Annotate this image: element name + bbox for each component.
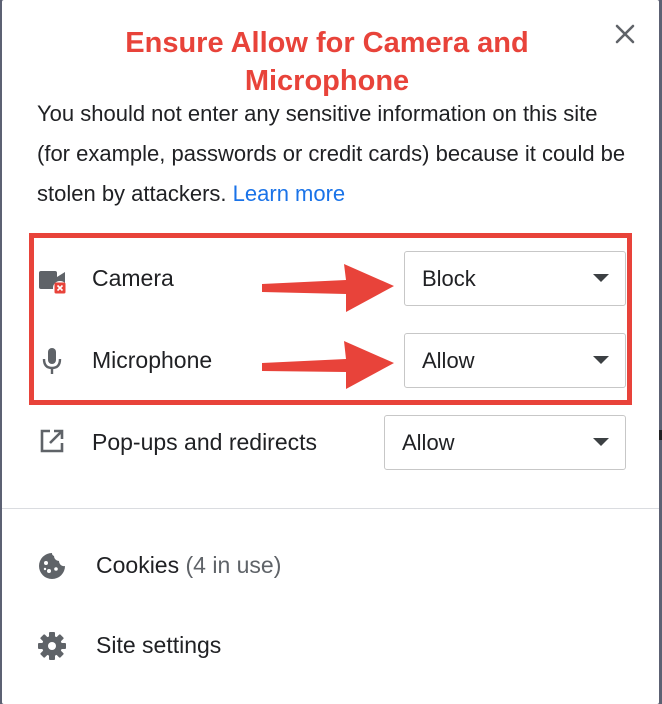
chevron-down-icon [593,274,609,282]
site-info-dialog: Ensure Allow for Camera and Microphone Y… [2,0,659,704]
chevron-down-icon [593,438,609,446]
camera-blocked-icon [36,264,68,296]
camera-select-value: Block [422,266,476,291]
cookies-row[interactable]: Cookies (4 in use) [96,552,281,579]
gear-icon [36,630,68,662]
security-warning: You should not enter any sensitive infor… [37,94,627,214]
site-settings-link[interactable]: Site settings [96,632,221,659]
camera-select[interactable]: Block [404,251,626,306]
popups-select[interactable]: Allow [384,415,626,470]
microphone-label: Microphone [92,347,213,373]
microphone-icon [36,345,68,377]
cookies-label: Cookies [96,552,180,578]
popups-select-value: Allow [402,430,455,455]
microphone-select-value: Allow [422,348,475,373]
section-divider [2,508,659,509]
popups-label: Pop-ups and redirects [92,429,318,455]
camera-label: Camera [92,265,174,291]
close-button[interactable] [608,17,642,51]
chevron-down-icon [593,356,609,364]
open-in-new-icon [36,425,68,457]
cookies-count: (4 in use) [185,552,282,578]
learn-more-link[interactable]: Learn more [233,181,346,206]
annotation-arrow-icon [262,264,394,312]
annotation-arrow-icon [262,341,394,389]
annotation-title: Ensure Allow for Camera and Microphone [125,27,529,97]
cookie-icon [36,550,68,582]
close-icon [615,24,635,44]
microphone-select[interactable]: Allow [404,333,626,388]
